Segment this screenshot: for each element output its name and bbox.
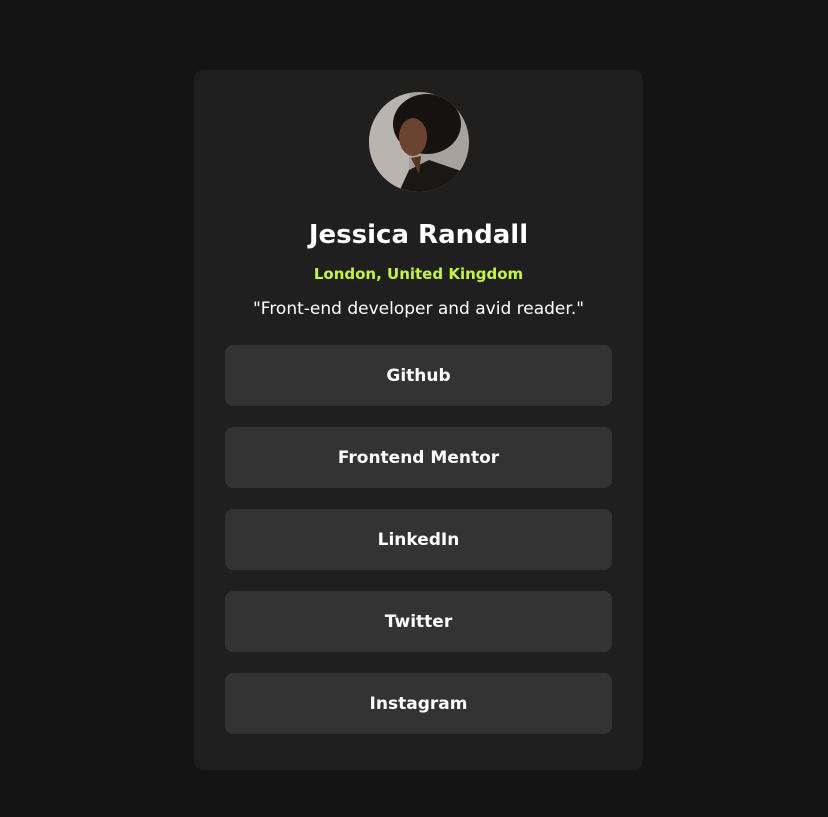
github-link-button[interactable]: Github	[225, 345, 612, 406]
profile-bio: "Front-end developer and avid reader."	[252, 299, 585, 319]
linkedin-link-button[interactable]: LinkedIn	[225, 509, 612, 570]
frontend-mentor-link-button[interactable]: Frontend Mentor	[225, 427, 612, 488]
instagram-link-button[interactable]: Instagram	[225, 673, 612, 734]
avatar	[369, 92, 469, 192]
profile-name: Jessica Randall	[308, 220, 529, 250]
twitter-link-button[interactable]: Twitter	[225, 591, 612, 652]
profile-card: Jessica Randall London, United Kingdom "…	[194, 70, 643, 770]
profile-location: London, United Kingdom	[313, 265, 524, 283]
